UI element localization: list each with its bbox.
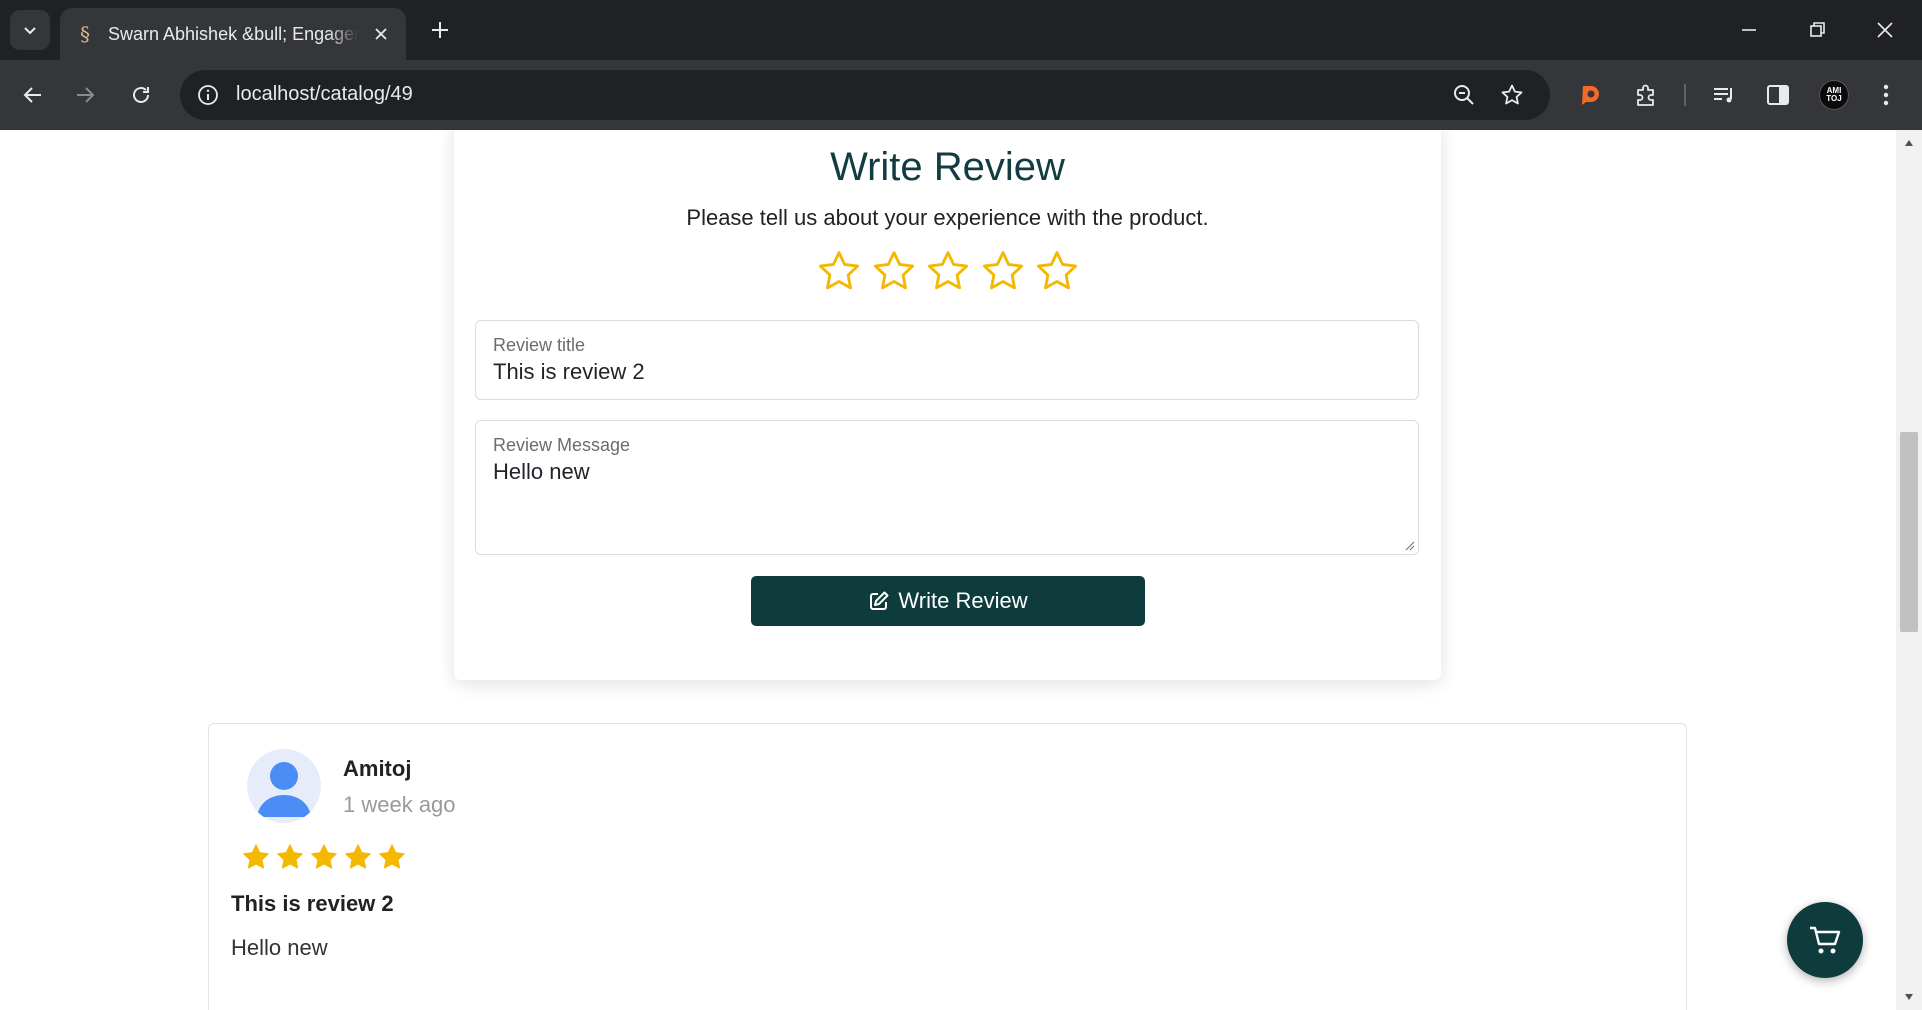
review-title-field[interactable]: Review title This is review 2 [475, 320, 1419, 400]
review-message-label: Review Message [493, 435, 631, 455]
page-viewport: Write Review Please tell us about your e… [0, 130, 1922, 1010]
kebab-menu-icon [1883, 84, 1889, 106]
browser-toolbar: localhost/catalog/49 AMI TOJ [0, 60, 1922, 130]
write-review-button-label: Write Review [898, 588, 1028, 613]
review-rating [241, 842, 407, 872]
review-author: Amitoj [343, 756, 412, 781]
cart-icon [1810, 926, 1841, 954]
tab-search-button[interactable] [10, 10, 50, 50]
chevron-down-icon [24, 27, 36, 35]
star-rating-input [816, 248, 1080, 296]
star-outline-icon [927, 251, 969, 290]
active-tab[interactable]: § Swarn Abhishek &bull; Engagement [60, 8, 406, 60]
arrow-left-icon [23, 87, 41, 103]
star-filled-icon [277, 844, 303, 869]
menu-button[interactable] [1868, 77, 1904, 113]
profile-avatar[interactable]: AMI TOJ [1816, 77, 1852, 113]
user-icon [257, 762, 311, 817]
restore-button[interactable] [1794, 10, 1840, 50]
browser-tab-strip: § Swarn Abhishek &bull; Engagement [0, 0, 1922, 60]
close-window-button[interactable] [1862, 10, 1908, 50]
minimize-button[interactable] [1726, 10, 1772, 50]
star-filled-icon [243, 844, 269, 869]
review-message-field[interactable]: Review Message Hello new [475, 420, 1419, 555]
profile-avatar-chip: AMI TOJ [1819, 80, 1849, 110]
plus-icon [432, 22, 448, 38]
minimize-icon [1742, 29, 1756, 31]
arrow-right-icon [77, 87, 95, 103]
star-outline-icon [818, 251, 860, 290]
media-queue-icon[interactable] [1706, 77, 1742, 113]
edit-icon [870, 591, 889, 610]
review-title-label: Review title [493, 335, 586, 355]
zoom-icon[interactable] [1450, 81, 1478, 109]
site-info-icon[interactable] [194, 81, 222, 109]
bookmark-star-icon[interactable] [1498, 81, 1526, 109]
write-review-button[interactable]: Write Review [751, 576, 1145, 626]
page-scrollbar[interactable] [1896, 130, 1922, 1010]
review-message: Hello new [231, 935, 328, 960]
review-title-input[interactable]: This is review 2 [493, 359, 645, 385]
review-timestamp: 1 week ago [343, 792, 456, 817]
tab-title: Swarn Abhishek &bull; Engagement [108, 23, 358, 44]
brave-rewards-icon[interactable] [1572, 77, 1608, 113]
cart-button[interactable] [1787, 902, 1863, 978]
rating-star-5[interactable] [1034, 248, 1080, 294]
resize-grip-icon[interactable] [1403, 539, 1415, 551]
reload-icon [133, 87, 149, 103]
url-text: localhost/catalog/49 [236, 83, 413, 105]
rating-star-2[interactable] [871, 248, 917, 294]
star-outline-icon [873, 251, 914, 290]
review-message-textarea[interactable]: Hello new [493, 459, 590, 485]
toolbar-separator [1684, 84, 1686, 106]
new-tab-button[interactable] [424, 14, 456, 46]
star-filled-icon [379, 844, 405, 869]
scroll-thumb[interactable] [1900, 432, 1918, 632]
review-item: Amitoj 1 week ago This is review 2 Hello… [208, 723, 1687, 1010]
reload-button[interactable] [120, 74, 162, 116]
review-title: This is review 2 [231, 891, 394, 916]
address-bar[interactable]: localhost/catalog/49 [180, 70, 1550, 120]
write-review-card: Write Review Please tell us about your e… [454, 130, 1441, 680]
back-button[interactable] [12, 74, 54, 116]
scroll-down-arrow[interactable] [1896, 984, 1922, 1010]
user-avatar [247, 749, 321, 823]
write-review-subtitle: Please tell us about your experience wit… [686, 205, 1209, 230]
forward-button[interactable] [64, 74, 106, 116]
star-outline-icon [982, 251, 1023, 290]
rating-star-1[interactable] [816, 248, 862, 294]
tab-close-button[interactable] [370, 23, 392, 45]
close-icon [1877, 22, 1893, 38]
side-panel-icon[interactable] [1760, 77, 1796, 113]
scroll-up-arrow[interactable] [1896, 130, 1922, 156]
rating-star-4[interactable] [980, 248, 1026, 294]
rating-star-3[interactable] [925, 248, 971, 294]
write-review-heading: Write Review [830, 145, 1065, 189]
site-favicon-icon: § [80, 22, 90, 46]
star-outline-icon [1036, 251, 1078, 290]
star-filled-icon [345, 844, 371, 869]
restore-icon [1810, 22, 1825, 37]
close-icon [375, 28, 387, 40]
star-filled-icon [311, 844, 337, 869]
extensions-puzzle-icon[interactable] [1628, 77, 1664, 113]
